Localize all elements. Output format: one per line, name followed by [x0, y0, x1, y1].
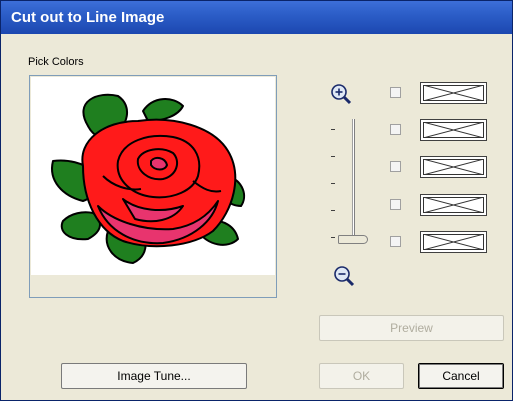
- color-slot-checkbox-4[interactable]: [390, 199, 401, 210]
- color-slot-checkbox-3[interactable]: [390, 161, 401, 172]
- empty-swatch-x-icon: [423, 159, 484, 175]
- empty-swatch-x-icon: [423, 197, 484, 213]
- ok-button[interactable]: OK: [319, 363, 404, 389]
- image-tune-button[interactable]: Image Tune...: [61, 363, 247, 389]
- preview-button[interactable]: Preview: [319, 315, 504, 341]
- slider-tick: [331, 183, 335, 184]
- image-preview-panel[interactable]: [29, 75, 277, 298]
- dialog-window: Cut out to Line Image Pick Colors Previe…: [0, 0, 513, 401]
- pick-colors-label: Pick Colors: [28, 56, 84, 68]
- zoom-in-icon[interactable]: [330, 83, 352, 105]
- color-slot-checkbox-2[interactable]: [390, 124, 401, 135]
- color-slot-checkbox-5[interactable]: [390, 236, 401, 247]
- cancel-button[interactable]: Cancel: [418, 363, 504, 389]
- slider-tick: [331, 156, 335, 157]
- zoom-slider-track[interactable]: [352, 119, 355, 243]
- window-title: Cut out to Line Image: [11, 9, 165, 26]
- slider-tick: [331, 210, 335, 211]
- slider-tick: [331, 237, 335, 238]
- color-swatch-5[interactable]: [420, 231, 487, 253]
- zoom-slider-thumb[interactable]: [338, 235, 368, 244]
- slider-tick: [331, 129, 335, 130]
- empty-swatch-x-icon: [423, 234, 484, 250]
- color-swatch-4[interactable]: [420, 194, 487, 216]
- color-swatch-1[interactable]: [420, 82, 487, 104]
- zoom-out-icon[interactable]: [333, 265, 355, 287]
- empty-swatch-x-icon: [423, 85, 484, 101]
- image-canvas[interactable]: [31, 77, 275, 275]
- color-swatch-2[interactable]: [420, 119, 487, 141]
- title-bar[interactable]: Cut out to Line Image: [1, 1, 512, 34]
- color-swatch-3[interactable]: [420, 156, 487, 178]
- empty-swatch-x-icon: [423, 122, 484, 138]
- rose-image[interactable]: [43, 81, 253, 271]
- color-slot-checkbox-1[interactable]: [390, 87, 401, 98]
